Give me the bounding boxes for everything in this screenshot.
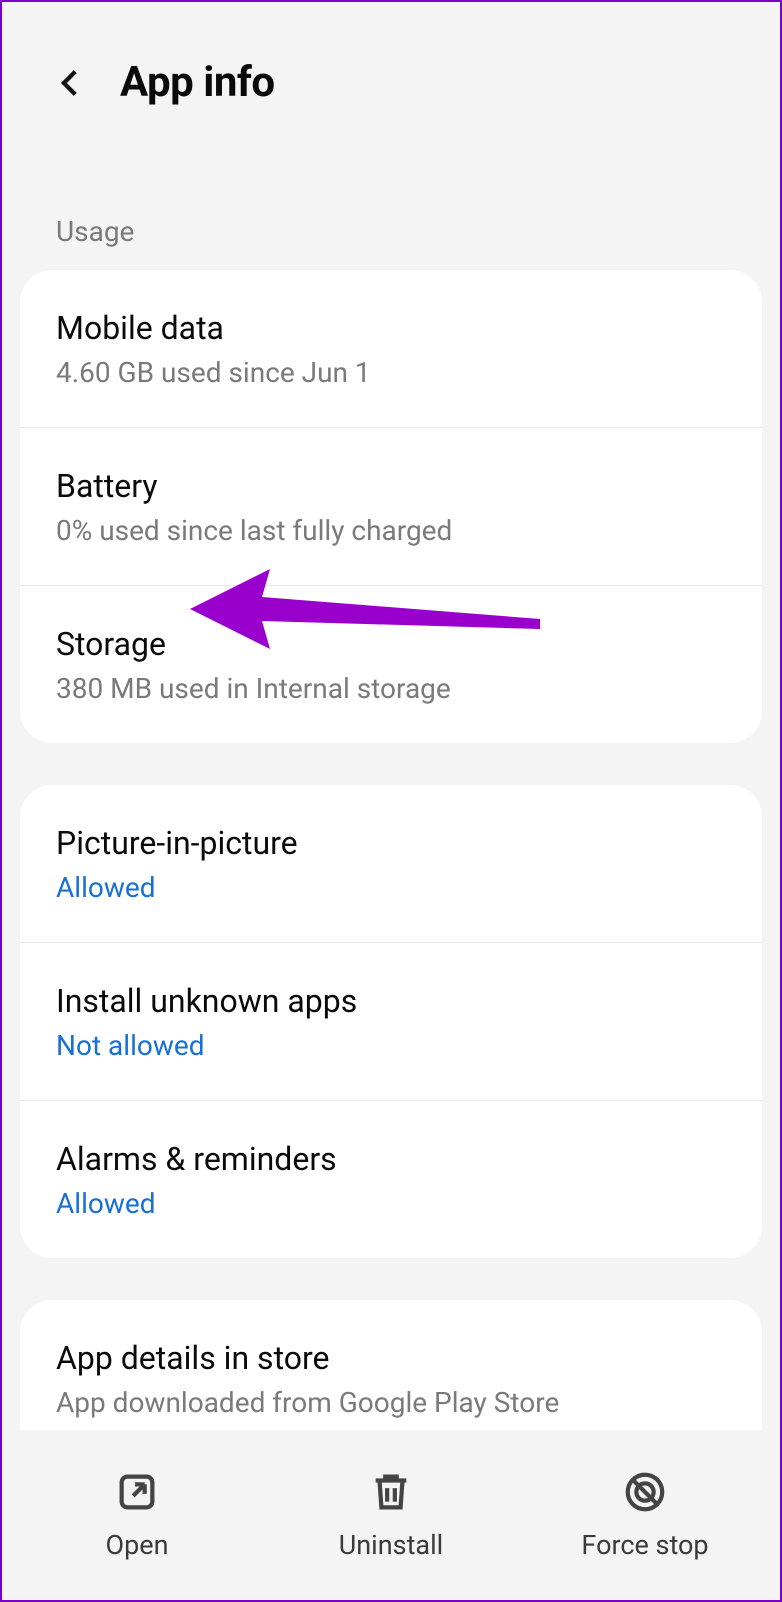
row-mobile-data[interactable]: Mobile data 4.60 GB used since Jun 1 bbox=[20, 270, 762, 427]
force-stop-label: Force stop bbox=[581, 1529, 708, 1561]
open-button[interactable]: Open bbox=[10, 1469, 264, 1561]
section-label-usage: Usage bbox=[2, 157, 780, 270]
row-subtitle: 380 MB used in Internal storage bbox=[56, 672, 740, 705]
row-title: Mobile data bbox=[56, 308, 740, 348]
permissions-card: Picture-in-picture Allowed Install unkno… bbox=[20, 785, 762, 1258]
usage-card: Mobile data 4.60 GB used since Jun 1 Bat… bbox=[20, 270, 762, 743]
row-title: Battery bbox=[56, 466, 740, 506]
force-stop-button[interactable]: Force stop bbox=[518, 1469, 772, 1561]
bottom-bar: Open Uninstall Force stop bbox=[2, 1430, 780, 1600]
row-status: Allowed bbox=[56, 1187, 740, 1220]
uninstall-label: Uninstall bbox=[339, 1529, 443, 1561]
row-install-unknown-apps[interactable]: Install unknown apps Not allowed bbox=[20, 942, 762, 1100]
row-subtitle: 0% used since last fully charged bbox=[56, 514, 740, 547]
row-title: App details in store bbox=[56, 1338, 740, 1378]
row-picture-in-picture[interactable]: Picture-in-picture Allowed bbox=[20, 785, 762, 942]
row-title: Alarms & reminders bbox=[56, 1139, 740, 1179]
row-battery[interactable]: Battery 0% used since last fully charged bbox=[20, 427, 762, 585]
trash-icon bbox=[368, 1469, 414, 1519]
row-alarms-reminders[interactable]: Alarms & reminders Allowed bbox=[20, 1100, 762, 1258]
stop-icon bbox=[622, 1469, 668, 1519]
uninstall-button[interactable]: Uninstall bbox=[264, 1469, 518, 1561]
header: App info bbox=[2, 2, 780, 157]
row-status: Not allowed bbox=[56, 1029, 740, 1062]
page-title: App info bbox=[120, 58, 275, 107]
row-storage[interactable]: Storage 380 MB used in Internal storage bbox=[20, 585, 762, 743]
row-title: Picture-in-picture bbox=[56, 823, 740, 863]
open-icon bbox=[114, 1469, 160, 1519]
row-subtitle: App downloaded from Google Play Store bbox=[56, 1386, 740, 1419]
row-subtitle: 4.60 GB used since Jun 1 bbox=[56, 356, 740, 389]
back-icon[interactable] bbox=[54, 66, 88, 100]
open-label: Open bbox=[106, 1529, 169, 1561]
row-status: Allowed bbox=[56, 871, 740, 904]
row-title: Storage bbox=[56, 624, 740, 664]
row-title: Install unknown apps bbox=[56, 981, 740, 1021]
